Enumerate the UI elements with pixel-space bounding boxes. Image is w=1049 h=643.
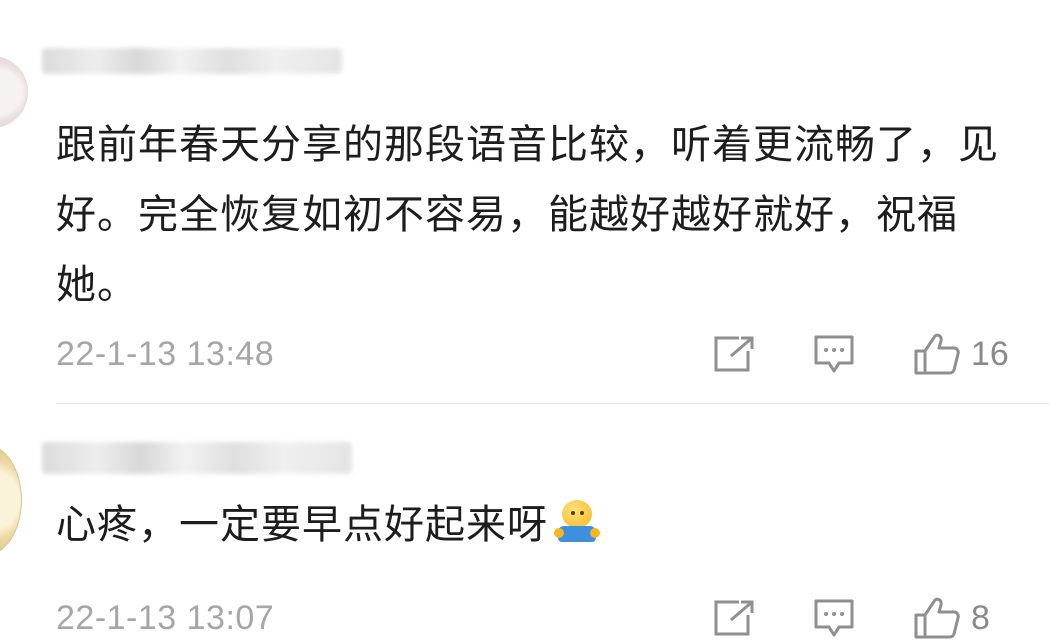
share-button[interactable] <box>713 599 755 637</box>
like-count: 8 <box>971 598 990 637</box>
thumbs-up-icon <box>913 596 961 640</box>
avatar[interactable] <box>0 56 28 128</box>
like-button[interactable]: 8 <box>913 596 1009 640</box>
like-button[interactable]: 16 <box>913 332 1009 376</box>
comment-item: 跟前年春天分享的那段语音比较，听着更流畅了，见好。完全恢复如初不容易，能越好越好… <box>0 0 1049 404</box>
comment-actions: 8 <box>713 594 1009 642</box>
share-icon <box>713 335 755 373</box>
comment-meta: 22-1-13 13:07 8 <box>56 594 1009 642</box>
comment-text-wrapper: 心疼，一定要早点好起来呀 <box>56 490 1009 560</box>
comment-meta: 22-1-13 13:48 16 <box>56 330 1009 378</box>
comment-text: 跟前年春天分享的那段语音比较，听着更流畅了，见好。完全恢复如初不容易，能越好越好… <box>56 122 999 308</box>
reply-button[interactable] <box>813 598 855 638</box>
comment-actions: 16 <box>713 330 1009 378</box>
share-button[interactable] <box>713 335 755 373</box>
comment-icon <box>813 334 855 374</box>
comment-item: 心疼，一定要早点好起来呀 22-1-13 13:07 8 <box>0 404 1049 643</box>
comment-timestamp: 22-1-13 13:07 <box>56 599 275 637</box>
smiling-face-with-open-hands-icon <box>554 500 600 544</box>
comment-icon <box>813 598 855 638</box>
comment-text: 心疼，一定要早点好起来呀 <box>56 502 548 548</box>
thumbs-up-icon <box>913 332 961 376</box>
reply-button[interactable] <box>813 334 855 374</box>
avatar[interactable] <box>0 444 22 556</box>
share-icon <box>713 599 755 637</box>
username-blurred[interactable] <box>42 442 352 474</box>
like-count: 16 <box>971 334 1009 373</box>
username-blurred[interactable] <box>42 48 342 74</box>
comment-timestamp: 22-1-13 13:48 <box>56 335 275 373</box>
